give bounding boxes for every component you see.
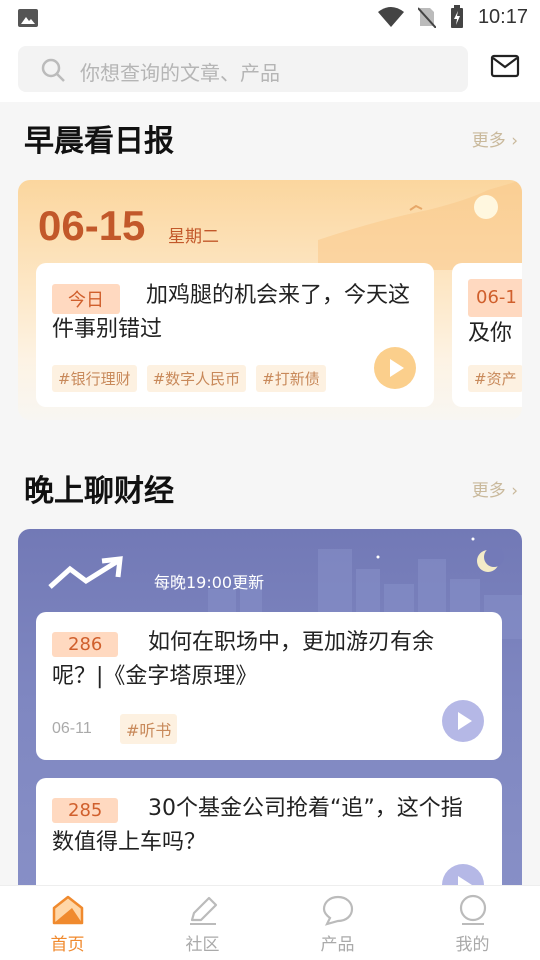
mountain-decoration (318, 180, 522, 270)
tab-label: 产品 (320, 935, 355, 955)
hashtag-list: #资产 (468, 365, 522, 392)
search-placeholder: 你想查询的文章、产品 (80, 61, 280, 85)
tab-products[interactable]: 产品 (270, 886, 405, 960)
morning-weekday: 星期二 (168, 227, 219, 247)
morning-more-link[interactable]: 更多 › (472, 126, 518, 151)
hashtag[interactable]: #资产 (468, 365, 522, 392)
battery-charging-icon (450, 5, 463, 28)
episode-number: 285 (52, 798, 119, 823)
search-bar[interactable]: 你想查询的文章、产品 (18, 46, 468, 92)
evening-more-link[interactable]: 更多 › (472, 476, 518, 501)
tab-label: 社区 (185, 935, 220, 955)
morning-report-banner: 06-15 星期二 加鸡腿的机会来了，今天这件事别错过 今日 #银行理财 #数字… (18, 180, 522, 420)
hashtag-list: #银行理财 #数字人民币 #打新债 (52, 365, 326, 392)
tab-community[interactable]: 社区 (135, 886, 270, 960)
search-header: 你想查询的文章、产品 (0, 36, 540, 102)
hashtag[interactable]: #听书 (120, 714, 178, 744)
status-bar: 10:17 (0, 0, 540, 36)
episode-number: 286 (52, 632, 119, 657)
chat-bubble-icon (322, 895, 353, 926)
article-title-text: 及你 (468, 321, 513, 346)
play-icon[interactable] (442, 700, 484, 742)
trend-up-icon (48, 556, 123, 589)
no-sim-icon (417, 7, 436, 28)
article-tag: 今日 (52, 284, 120, 314)
article-tag: 06-1 (468, 279, 522, 317)
tab-label: 我的 (455, 935, 490, 955)
article-title: 06-1 及你 (468, 279, 522, 351)
morning-section-title: 早晨看日报 (24, 124, 174, 159)
play-icon[interactable] (374, 347, 416, 389)
episode-card[interactable]: 如何在职场中，更加游刃有余呢？|《金字塔原理》 286 06-11 #听书 (36, 612, 502, 760)
person-icon (459, 894, 486, 925)
tab-profile[interactable]: 我的 (405, 886, 540, 960)
update-schedule: 每晚19:00更新 (154, 573, 265, 592)
mail-icon[interactable] (490, 54, 520, 78)
hashtag[interactable]: #银行理财 (52, 365, 137, 392)
morning-article-card[interactable]: 06-1 及你 #资产 (452, 263, 522, 407)
morning-article-card[interactable]: 加鸡腿的机会来了，今天这件事别错过 今日 #银行理财 #数字人民币 #打新债 (36, 263, 434, 407)
episode-date: 06-11 (52, 720, 92, 737)
image-notification-icon (18, 9, 38, 27)
hashtag[interactable]: #数字人民币 (146, 365, 247, 392)
clock: 10:17 (477, 5, 528, 28)
morning-date: 06-15 (38, 202, 146, 249)
home-icon (52, 895, 83, 925)
pencil-icon (189, 896, 217, 925)
evening-section-title: 晚上聊财经 (24, 474, 174, 509)
wifi-icon (377, 7, 404, 27)
bottom-tab-bar: 首页 社区 产品 我的 (0, 885, 540, 960)
sun-decoration (474, 195, 498, 219)
hashtag[interactable]: #打新债 (256, 365, 326, 392)
tab-home[interactable]: 首页 (0, 886, 135, 960)
tab-label: 首页 (50, 935, 85, 955)
search-icon (41, 58, 65, 82)
